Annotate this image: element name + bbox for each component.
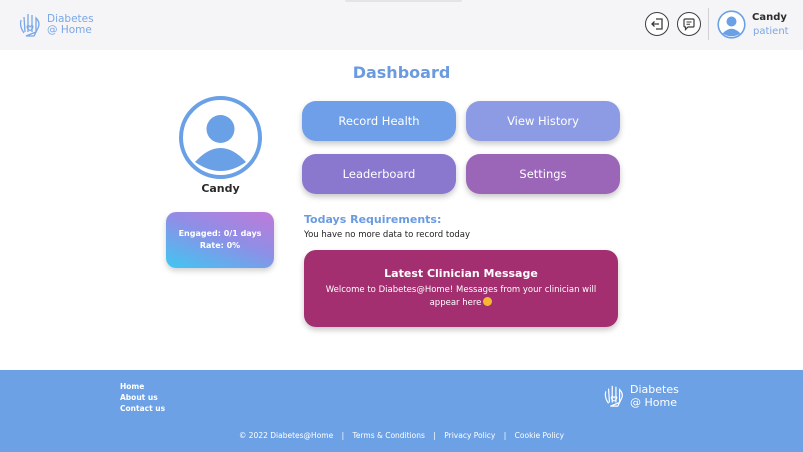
- requirements-title: Todays Requirements:: [304, 213, 442, 226]
- footer-logo: Diabetes @ Home: [603, 382, 679, 410]
- engaged-days: Engaged: 0/1 days: [178, 229, 262, 238]
- header-user-role: patient: [753, 26, 789, 37]
- engagement-card: Engaged: 0/1 days Rate: 0%: [166, 212, 274, 268]
- messages-button[interactable]: [677, 12, 701, 36]
- top-header: Diabetes @ Home Candy patient: [0, 0, 803, 50]
- logo-line2: @ Home: [47, 24, 92, 36]
- footer: Home About us Contact us Diabetes @ Home…: [0, 370, 803, 452]
- footer-link-home[interactable]: Home: [120, 382, 144, 391]
- profile-name: Candy: [201, 182, 240, 195]
- message-body-wrap: Welcome to Diabetes@Home! Messages from …: [316, 284, 606, 310]
- cookie-link[interactable]: Cookie Policy: [515, 431, 564, 440]
- header-divider: [708, 8, 709, 40]
- logout-button[interactable]: [645, 12, 669, 36]
- message-body: Welcome to Diabetes@Home! Messages from …: [325, 285, 597, 308]
- footer-logo-line1: Diabetes: [630, 383, 679, 396]
- footer-logo-text: Diabetes @ Home: [630, 383, 679, 409]
- smile-emoji-icon: [483, 297, 493, 306]
- header-notch: [345, 0, 462, 2]
- logo-text: Diabetes @ Home: [47, 14, 94, 36]
- footer-separator: |: [341, 431, 345, 440]
- footer-separator: |: [433, 431, 436, 440]
- footer-link-contact[interactable]: Contact us: [120, 404, 165, 413]
- hand-heart-icon: [604, 385, 624, 407]
- dashboard-page: Diabetes @ Home Candy patient Dashboard: [0, 0, 803, 452]
- clinician-message-card: Latest Clinician Message Welcome to Diab…: [304, 250, 618, 327]
- hand-heart-icon: [19, 14, 40, 37]
- engagement-rate: Rate: 0%: [199, 241, 241, 250]
- page-title: Dashboard: [352, 63, 451, 82]
- terms-link[interactable]: Terms & Conditions: [353, 431, 425, 440]
- record-health-button[interactable]: Record Health: [302, 101, 456, 141]
- logout-icon: [651, 18, 663, 30]
- chat-icon: [683, 18, 695, 31]
- user-avatar[interactable]: [717, 10, 746, 39]
- privacy-link[interactable]: Privacy Policy: [444, 431, 495, 440]
- leaderboard-button[interactable]: Leaderboard: [302, 154, 456, 194]
- footer-separator: |: [503, 431, 507, 440]
- settings-button[interactable]: Settings: [466, 154, 620, 194]
- footer-link-about[interactable]: About us: [120, 393, 158, 402]
- copyright-text: © 2022 Diabetes@Home: [238, 431, 334, 440]
- message-title: Latest Clinician Message: [384, 267, 538, 280]
- header-user-name: Candy: [752, 12, 787, 23]
- requirements-text: You have no more data to record today: [304, 230, 471, 240]
- profile-avatar: [179, 96, 262, 179]
- app-logo[interactable]: Diabetes @ Home: [18, 10, 94, 40]
- footer-bottom-bar: © 2022 Diabetes@Home | Terms & Condition…: [0, 431, 803, 440]
- footer-logo-line2: @ Home: [630, 396, 677, 409]
- view-history-button[interactable]: View History: [466, 101, 620, 141]
